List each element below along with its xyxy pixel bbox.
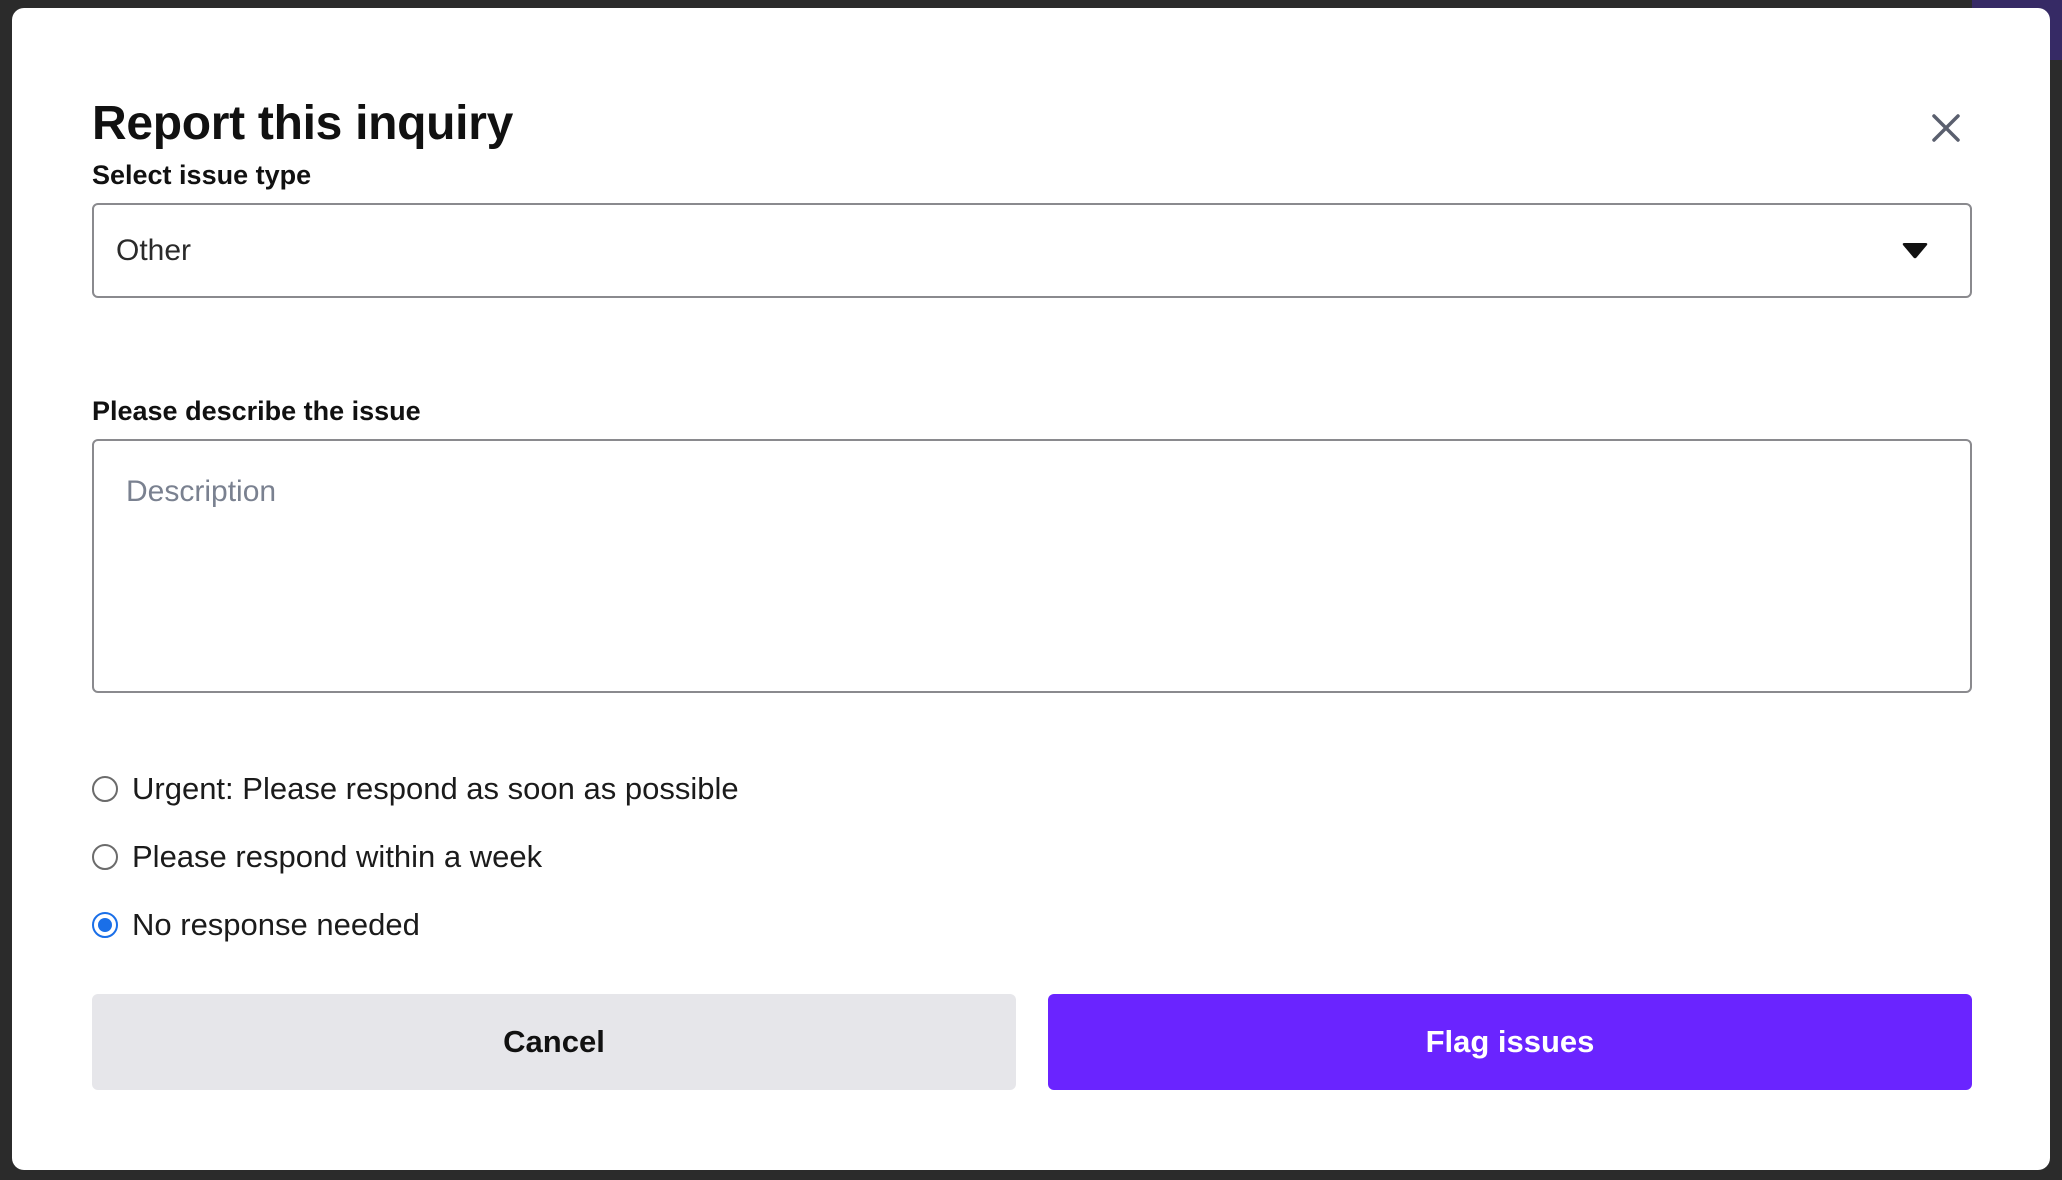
issue-type-selected-value: Other xyxy=(116,233,192,267)
radio-week-label: Please respond within a week xyxy=(132,839,543,874)
urgency-option-week[interactable]: Please respond within a week xyxy=(92,839,542,875)
radio-urgent-label: Urgent: Please respond as soon as possib… xyxy=(132,771,739,806)
cancel-button[interactable]: Cancel xyxy=(92,994,1016,1090)
issue-type-select[interactable]: Other xyxy=(92,203,1972,298)
close-icon xyxy=(1932,114,1960,142)
radio-urgent[interactable] xyxy=(92,776,118,802)
description-label: Please describe the issue xyxy=(92,396,421,426)
caret-down-icon xyxy=(1902,242,1928,258)
urgency-option-urgent[interactable]: Urgent: Please respond as soon as possib… xyxy=(92,771,739,807)
urgency-option-none[interactable]: No response needed xyxy=(92,907,420,943)
flag-issues-button[interactable]: Flag issues xyxy=(1048,994,1972,1090)
report-inquiry-dialog: Report this inquiry Select issue type Ot… xyxy=(12,8,2050,1170)
close-button[interactable] xyxy=(1922,104,1970,152)
radio-none-label: No response needed xyxy=(132,907,420,942)
radio-week[interactable] xyxy=(92,844,118,870)
dialog-title: Report this inquiry xyxy=(92,97,513,150)
issue-type-label: Select issue type xyxy=(92,160,312,190)
description-textarea[interactable] xyxy=(92,439,1972,693)
radio-none[interactable] xyxy=(92,912,118,938)
